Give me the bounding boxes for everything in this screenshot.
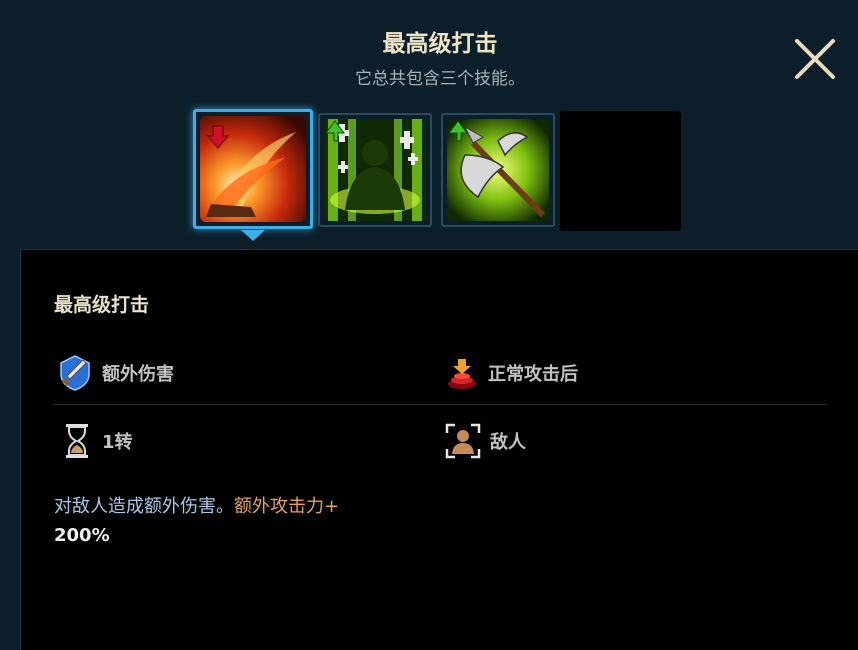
duration-label: 1转 bbox=[102, 432, 133, 453]
green-warrior-buff-icon bbox=[324, 119, 426, 221]
skill-description: 对敌人造成额外伤害。额外攻击力+ 200% bbox=[54, 492, 354, 550]
skill-detail-title: 最高级打击 bbox=[54, 294, 150, 316]
fire-strike-icon bbox=[200, 116, 306, 222]
skill-group-title: 最高级打击 bbox=[382, 31, 498, 57]
target-label: 敌人 bbox=[490, 432, 526, 453]
trigger-attribute: 正常攻击后 bbox=[444, 353, 578, 393]
skill-slot-4-empty bbox=[560, 111, 681, 231]
description-highlight: 额外攻击力+ bbox=[234, 496, 340, 517]
target-attribute: 敌人 bbox=[444, 421, 526, 461]
green-axe-icon bbox=[447, 119, 549, 221]
skill-slot-2[interactable] bbox=[318, 113, 432, 227]
attack-trigger-icon bbox=[448, 359, 476, 389]
description-text: 对敌人造成额外伤害。 bbox=[54, 496, 234, 517]
enemy-target-icon bbox=[445, 423, 481, 459]
attribute-divider bbox=[54, 404, 826, 405]
skill-slot-1[interactable] bbox=[193, 109, 313, 229]
duration-attribute: 1转 bbox=[60, 421, 133, 461]
skill-group-subtitle: 它总共包含三个技能。 bbox=[355, 69, 525, 89]
damage-type-label: 额外伤害 bbox=[102, 364, 174, 385]
sword-shield-icon bbox=[60, 355, 90, 391]
close-icon[interactable] bbox=[792, 36, 838, 82]
hourglass-icon bbox=[66, 424, 88, 458]
skill-slot-3[interactable] bbox=[441, 113, 555, 227]
selected-slot-pointer bbox=[241, 230, 265, 241]
trigger-label: 正常攻击后 bbox=[488, 364, 578, 385]
description-value: 200% bbox=[54, 525, 110, 546]
damage-type-attribute: 额外伤害 bbox=[56, 353, 174, 393]
